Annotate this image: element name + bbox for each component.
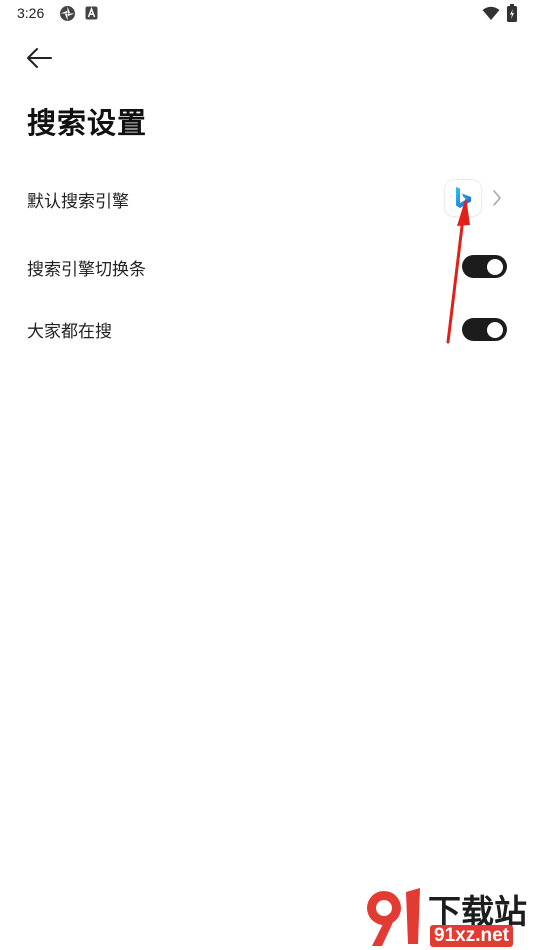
- toggle-knob: [487, 321, 503, 338]
- trending-searches-row: 大家都在搜: [0, 300, 534, 356]
- trending-searches-label: 大家都在搜: [27, 322, 112, 342]
- page-title: 搜索设置: [27, 106, 148, 140]
- bing-logo-icon: [445, 180, 481, 216]
- toggle-knob: [487, 258, 503, 275]
- a-notification-icon: [85, 6, 98, 20]
- status-time: 3:26: [17, 5, 45, 21]
- battery-charging-icon: [507, 4, 517, 22]
- aperture-icon: [60, 6, 75, 21]
- wifi-icon: [482, 6, 500, 20]
- status-bar: 3:26: [0, 0, 534, 28]
- logo-91-mark: [367, 888, 420, 946]
- annotation-arrow: [446, 197, 470, 344]
- trending-searches-toggle[interactable]: [462, 318, 507, 341]
- search-engine-switch-bar-label: 搜索引擎切换条: [27, 260, 146, 280]
- arrow-left-icon: [27, 48, 52, 68]
- chevron-right-icon: [493, 190, 501, 206]
- search-engine-switch-bar-toggle[interactable]: [462, 255, 507, 278]
- default-search-engine-label: 默认搜索引擎: [27, 192, 129, 212]
- watermark-url: 91xz.net: [430, 925, 513, 947]
- search-engine-switch-bar-row: 搜索引擎切换条: [0, 238, 534, 294]
- back-button[interactable]: [24, 44, 56, 72]
